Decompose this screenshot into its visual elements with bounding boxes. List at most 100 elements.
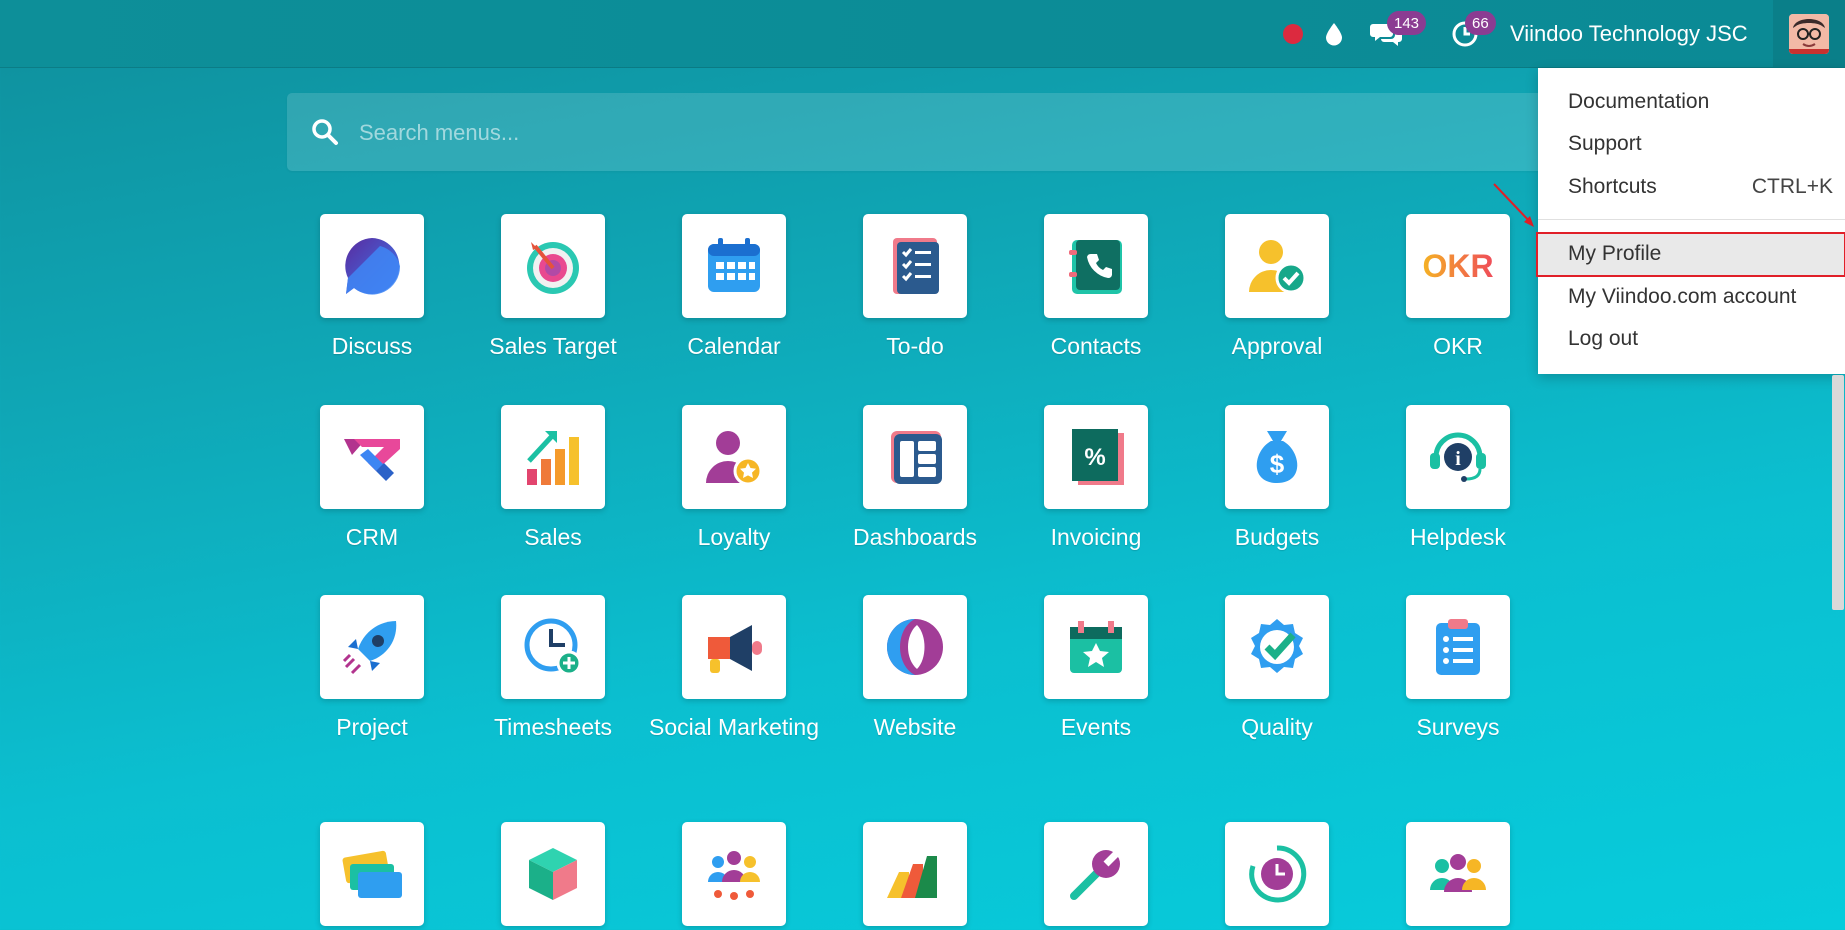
app-label: Quality (1241, 714, 1313, 740)
budget-dollar-glyph: $ (1270, 449, 1285, 479)
app-discuss[interactable]: Discuss (282, 214, 462, 365)
activities-badge: 66 (1465, 11, 1496, 35)
app-dashboards[interactable]: Dashboards (825, 405, 1005, 556)
app-label: Social Marketing (648, 714, 820, 740)
app-label: Approval (1231, 333, 1323, 359)
app-label: Contacts (1050, 333, 1142, 359)
time-cycle-icon (1249, 845, 1307, 903)
app-invoicing[interactable]: % Invoicing (1006, 405, 1186, 556)
team-icon (1430, 854, 1486, 892)
loyalty-icon (706, 431, 763, 486)
app-employees-rating[interactable] (644, 822, 824, 926)
messages-badge: 143 (1387, 11, 1427, 35)
invoicing-icon: % (1072, 429, 1124, 485)
app-label: Calendar (687, 333, 781, 359)
user-menu-dropdown: Documentation Support Shortcuts CTRL+K M… (1536, 68, 1845, 374)
menu-logout[interactable]: Log out (1568, 321, 1828, 357)
menu-documentation[interactable]: Documentation (1568, 84, 1828, 120)
top-navbar: 143 66 Viindoo Technology JSC (0, 0, 1845, 68)
droplet-icon[interactable] (1320, 0, 1348, 67)
app-todo[interactable]: To-do (825, 214, 1005, 365)
app-label: Sales Target (489, 333, 617, 359)
app-okr[interactable]: OKR OKR (1368, 214, 1548, 365)
todo-icon (893, 238, 939, 294)
app-calendar[interactable]: Calendar (644, 214, 824, 365)
app-label: Dashboards (852, 524, 978, 550)
payment-cards-icon (342, 850, 402, 898)
shortcut-key: CTRL+K (1751, 175, 1833, 198)
discuss-icon (345, 238, 401, 295)
app-approval[interactable]: Approval (1187, 214, 1367, 365)
surveys-icon (1436, 619, 1480, 675)
avatar (1789, 13, 1829, 54)
app-label: Invoicing (1050, 524, 1142, 550)
bar-report-icon (887, 856, 937, 898)
search-bar (287, 93, 1577, 171)
menu-divider (1538, 219, 1845, 220)
dashboards-icon (891, 431, 942, 484)
okr-icon: OKR (1422, 247, 1494, 284)
app-sales-target[interactable]: Sales Target (463, 214, 643, 365)
app-label: Surveys (1416, 714, 1500, 740)
app-label: Discuss (331, 333, 413, 359)
app-label: Sales (524, 524, 582, 550)
app-timesheets[interactable]: Timesheets (463, 595, 643, 746)
record-indicator-icon[interactable] (1280, 0, 1306, 67)
page-scrollbar[interactable] (1832, 375, 1844, 610)
menu-account[interactable]: My Viindoo.com account (1568, 279, 1828, 315)
app-label: Loyalty (697, 524, 771, 550)
app-reports[interactable] (825, 822, 1005, 926)
app-attendance[interactable] (1187, 822, 1367, 926)
app-events[interactable]: Events (1006, 595, 1186, 746)
app-social-marketing[interactable]: Social Marketing (644, 595, 824, 746)
app-crm[interactable]: CRM (282, 405, 462, 556)
budgets-icon: $ (1256, 431, 1298, 483)
annotation-arrow (1493, 183, 1534, 227)
helpdesk-icon: i (1430, 432, 1486, 482)
events-icon (1070, 621, 1122, 673)
app-label: To-do (886, 333, 944, 359)
app-label: Budgets (1234, 524, 1320, 550)
app-loyalty[interactable]: Loyalty (644, 405, 824, 556)
sales-target-icon (527, 242, 579, 294)
crm-icon (344, 439, 400, 481)
app-project[interactable]: Project (282, 595, 462, 746)
calendar-icon (708, 238, 760, 292)
app-sales[interactable]: Sales (463, 405, 643, 556)
app-payment[interactable] (282, 822, 462, 926)
app-label: Timesheets (493, 714, 613, 740)
app-employees[interactable] (1368, 822, 1548, 926)
wrench-icon (1070, 849, 1121, 900)
menu-shortcuts-label: Shortcuts (1568, 175, 1657, 198)
sales-icon (527, 431, 579, 485)
app-website[interactable]: Website (825, 595, 1005, 746)
timesheets-icon (524, 618, 582, 676)
app-surveys[interactable]: Surveys (1368, 595, 1548, 746)
contacts-icon (1069, 240, 1122, 294)
app-contacts[interactable]: Contacts (1006, 214, 1186, 365)
app-label: Helpdesk (1410, 524, 1506, 550)
search-icon (312, 119, 338, 145)
approval-icon (1249, 240, 1307, 294)
app-label: Website (873, 714, 957, 740)
quality-icon (1251, 619, 1303, 673)
app-inventory[interactable] (463, 822, 643, 926)
menu-my-profile[interactable]: My Profile (1568, 236, 1828, 272)
app-repair[interactable] (1006, 822, 1186, 926)
social-marketing-icon (708, 625, 762, 673)
menu-support[interactable]: Support (1568, 126, 1828, 162)
search-input[interactable] (357, 113, 1261, 153)
app-label: Project (336, 714, 408, 740)
website-icon (887, 619, 943, 675)
menu-shortcuts[interactable]: Shortcuts CTRL+K (1568, 169, 1833, 205)
app-label: Events (1060, 714, 1132, 740)
company-name[interactable]: Viindoo Technology JSC (1510, 0, 1748, 67)
app-budgets[interactable]: $ Budgets (1187, 405, 1367, 556)
user-avatar-button[interactable] (1773, 0, 1845, 67)
app-quality[interactable]: Quality (1187, 595, 1367, 746)
cube-icon (529, 848, 577, 900)
app-label: CRM (345, 524, 399, 550)
team-rating-icon (708, 851, 760, 900)
app-label: OKR (1433, 333, 1483, 359)
app-helpdesk[interactable]: i Helpdesk (1368, 405, 1548, 556)
